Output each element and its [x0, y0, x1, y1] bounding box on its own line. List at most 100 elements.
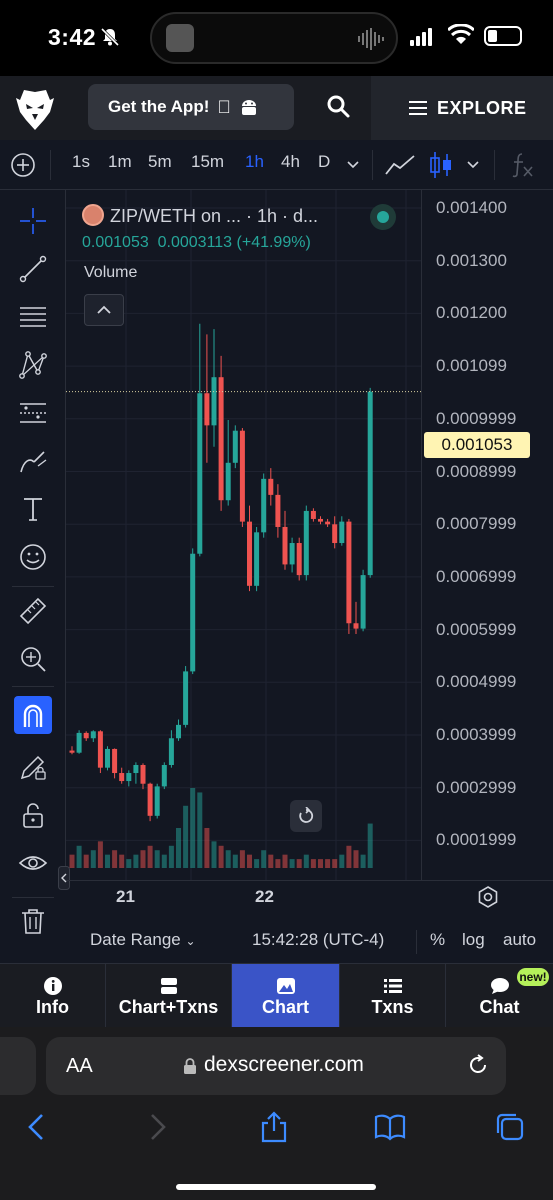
line-chart-icon[interactable] [384, 152, 416, 178]
candle-body [211, 377, 217, 426]
explore-label: EXPLORE [437, 97, 527, 118]
unlock-tool[interactable] [16, 798, 50, 832]
brush-icon [20, 451, 47, 473]
bookmarks-icon[interactable] [374, 1111, 406, 1143]
zoom-tool[interactable] [16, 642, 50, 676]
bell-slash-icon [100, 27, 120, 47]
candle-body [289, 543, 295, 565]
candle-body [190, 553, 196, 672]
chart-toolbar: 1s 1m 5m 15m 1h 4h D [0, 140, 553, 190]
live-status-icon [370, 204, 396, 230]
tab-chat-label: Chat [479, 996, 520, 1017]
list-icon [383, 978, 402, 993]
candle-body [254, 532, 260, 586]
delete-drawings-tool[interactable] [16, 904, 50, 938]
volume-bar [211, 841, 217, 868]
interval-4h[interactable]: 4h [281, 152, 300, 172]
chevron-up-icon [97, 305, 111, 314]
brush-tool[interactable] [16, 444, 50, 478]
time-axis[interactable]: 21 22 [66, 880, 553, 920]
auto-scale-toggle[interactable]: auto [503, 930, 536, 950]
battery-icon [484, 26, 522, 46]
crosshair-tool[interactable] [16, 204, 50, 238]
interval-5m[interactable]: 5m [148, 152, 172, 172]
volume-bar [112, 850, 118, 868]
candle-body [112, 748, 118, 774]
volume-label[interactable]: Volume [84, 264, 137, 282]
volume-bar [325, 859, 331, 868]
tab-txns-label: Txns [371, 996, 414, 1017]
indicators-fx-icon[interactable] [510, 152, 534, 178]
candle-body [303, 510, 309, 576]
tab-chart-txns[interactable]: Chart+Txns [106, 964, 232, 1028]
interval-15m[interactable]: 15m [191, 152, 224, 172]
volume-bar [176, 828, 181, 868]
interval-1d[interactable]: D [318, 152, 330, 172]
volume-bar [140, 850, 146, 868]
volume-bar [339, 854, 345, 868]
url-text[interactable]: dexscreener.com [204, 1053, 364, 1077]
horizontal-lines-icon [20, 307, 46, 327]
share-icon[interactable] [258, 1111, 290, 1143]
trend-line-tool[interactable] [16, 252, 50, 286]
mountain-chart-icon [276, 977, 295, 994]
candlestick-chart-icon[interactable] [428, 150, 454, 180]
reset-chart-button[interactable] [290, 800, 322, 832]
tab-txns[interactable]: Txns [340, 964, 446, 1028]
hide-drawings-tool[interactable] [16, 846, 50, 880]
get-app-button[interactable]: Get the App!  [88, 84, 294, 130]
collapse-legend-button[interactable] [84, 294, 124, 326]
candle-body [176, 724, 181, 739]
interval-1s[interactable]: 1s [72, 152, 90, 172]
log-scale-toggle[interactable]: log [462, 930, 485, 950]
candle-body [133, 765, 139, 774]
prediction-tool[interactable] [16, 396, 50, 430]
bottom-tab-bar: Info Chart+Txns Chart Txns Chat [0, 963, 553, 1028]
forward-icon[interactable] [140, 1111, 172, 1143]
price-axis-label: 0.0005999 [436, 619, 517, 639]
page-settings-button[interactable]: AA [66, 1055, 93, 1078]
search-icon[interactable] [326, 94, 352, 120]
android-icon [241, 100, 256, 115]
emoji-tool[interactable] [16, 540, 50, 574]
timezone-clock[interactable]: 15:42:28 (UTC-4) [252, 930, 384, 950]
lock-drawings-tool[interactable] [16, 750, 50, 784]
wifi-icon [448, 24, 474, 44]
volume-bar [218, 845, 224, 868]
chat-bubble-icon [490, 977, 509, 994]
address-bar[interactable]: AA dexscreener.com [46, 1037, 506, 1095]
volume-bar [119, 854, 125, 868]
candle-body [247, 521, 252, 586]
tab-info[interactable]: Info [0, 964, 106, 1028]
chart-settings-icon[interactable] [476, 885, 500, 909]
explore-button[interactable]: EXPLORE [371, 76, 553, 140]
chart-type-chevron-icon[interactable] [466, 158, 480, 172]
text-tool[interactable] [16, 492, 50, 526]
price-axis-label: 0.0001999 [436, 830, 517, 850]
chevron-down-icon[interactable] [346, 158, 360, 172]
reload-icon[interactable] [466, 1053, 490, 1077]
interval-1m[interactable]: 1m [108, 152, 132, 172]
candle-body [360, 575, 366, 629]
percent-scale-toggle[interactable]: % [430, 930, 445, 950]
dynamic-island[interactable] [150, 12, 398, 64]
candle-body [325, 521, 331, 525]
volume-bar [168, 845, 174, 868]
pattern-tool[interactable] [16, 348, 50, 382]
back-icon[interactable] [22, 1111, 54, 1143]
pair-title[interactable]: ZIP/WETH on ... · 1h · d... [110, 206, 318, 227]
measure-tool[interactable] [16, 594, 50, 628]
fib-retracement-tool[interactable] [16, 300, 50, 334]
add-symbol-icon[interactable] [10, 152, 36, 178]
chart-container: 1s 1m 5m 15m 1h 4h D ZIP/WETH on ... · 1… [0, 140, 553, 963]
previous-tab-peek[interactable] [0, 1037, 36, 1095]
candle-body [239, 430, 245, 522]
dexscreener-logo-icon[interactable] [16, 90, 54, 130]
volume-bar [303, 854, 309, 868]
tabs-icon[interactable] [494, 1111, 526, 1143]
date-range-button[interactable]: Date Range ⌄ [90, 930, 196, 950]
tab-chart[interactable]: Chart [232, 964, 340, 1028]
magnet-mode-tool[interactable] [14, 696, 52, 734]
price-axis[interactable]: 0.001053 0.001400 0.001300 0.001200 0.00109… [421, 190, 553, 880]
interval-1h[interactable]: 1h [245, 152, 264, 172]
